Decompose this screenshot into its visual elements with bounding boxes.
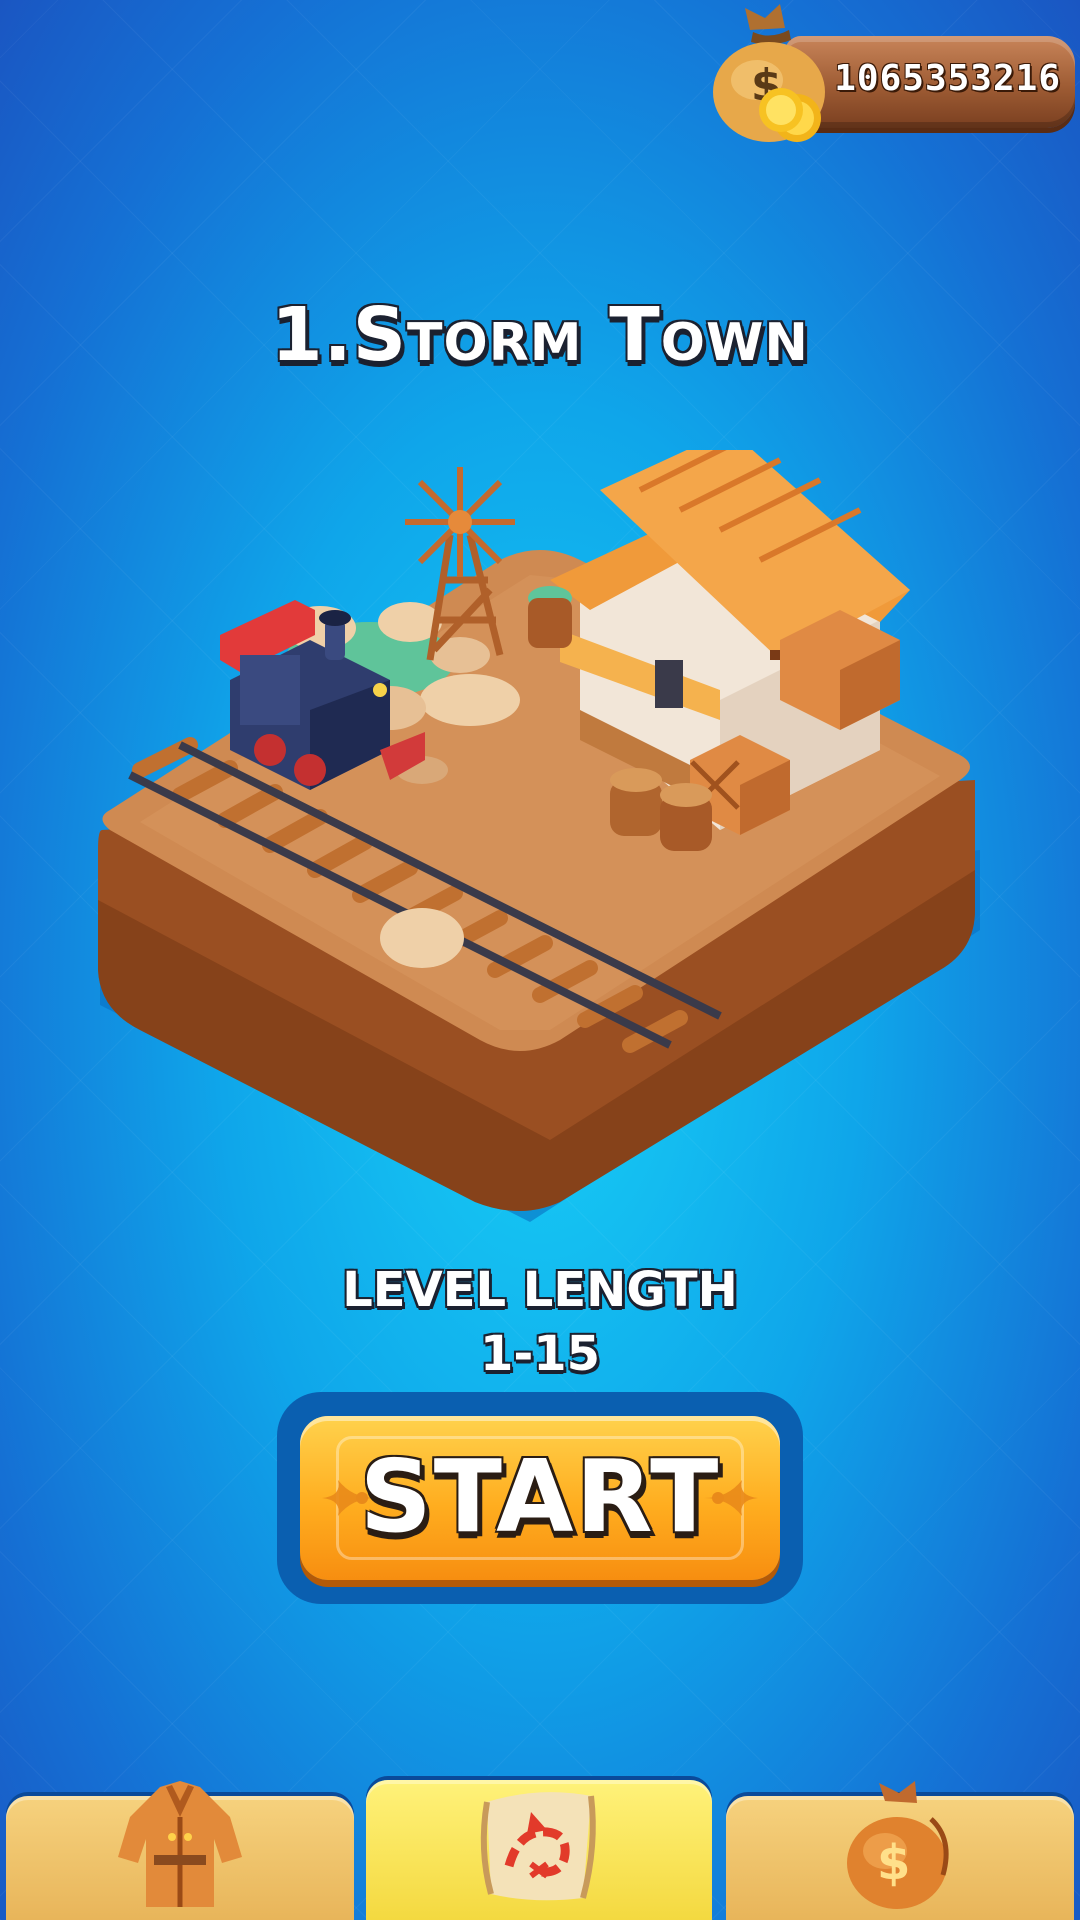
level-length-value: 1-15 <box>479 1326 601 1382</box>
money-bag-icon: $ <box>847 1781 949 1909</box>
map-scroll-icon <box>480 1792 596 1901</box>
start-button[interactable]: START <box>300 1416 780 1580</box>
ornament-right-icon <box>704 1480 758 1516</box>
coat-icon <box>118 1781 242 1907</box>
tab-outfits[interactable] <box>6 1781 354 1920</box>
bottom-nav: $ <box>0 1775 1080 1920</box>
tab-shop[interactable]: $ <box>726 1781 1074 1920</box>
level-title: 1.Storm Town <box>271 292 809 378</box>
currency-value: 1065353216 <box>834 58 1061 99</box>
money-bag-icon: $ <box>713 4 825 142</box>
island-scene <box>98 450 980 1222</box>
tab-map[interactable] <box>366 1780 712 1920</box>
currency-panel: 1065353216 $ <box>705 0 1080 150</box>
level-length-label: LEVEL LENGTH <box>342 1262 738 1318</box>
svg-text:$: $ <box>877 1835 910 1891</box>
